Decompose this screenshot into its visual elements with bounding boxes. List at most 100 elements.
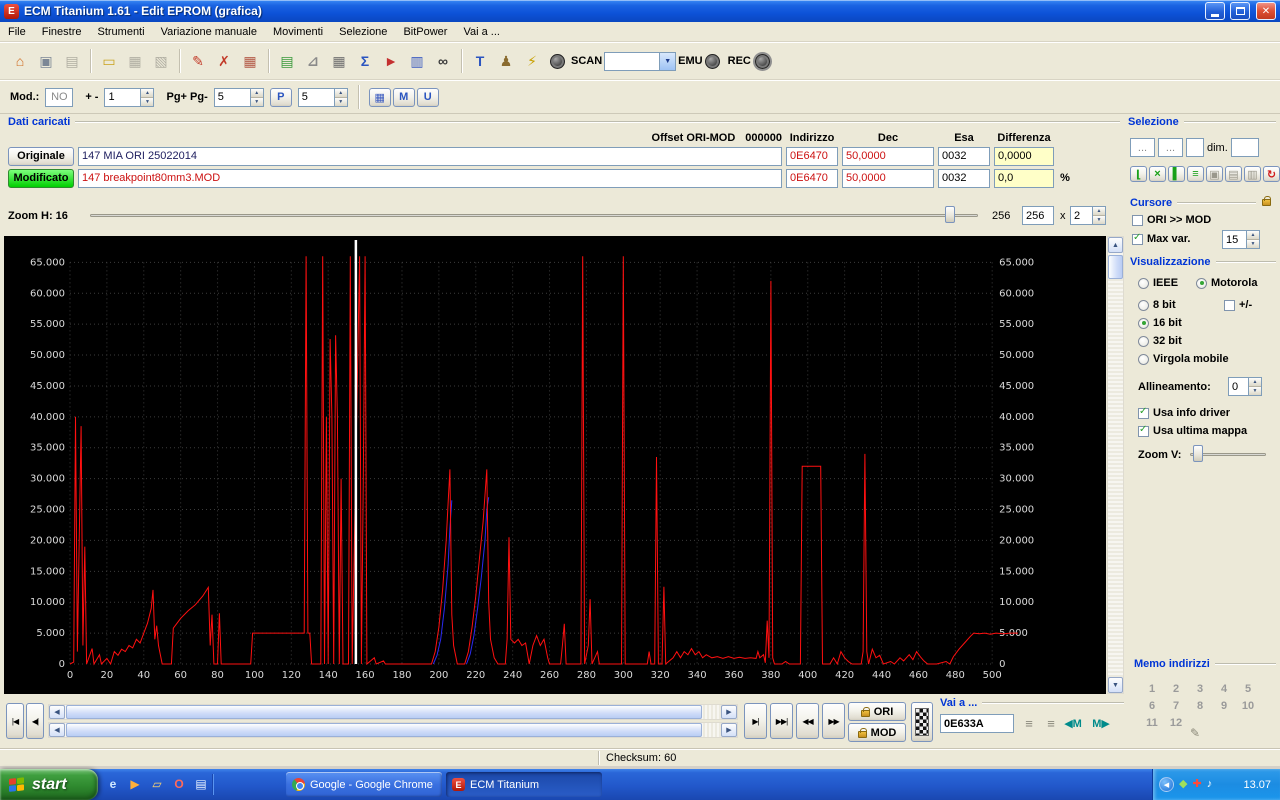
runner-icon[interactable]: ⚡: [520, 49, 544, 73]
menu-item[interactable]: Selezione: [331, 22, 395, 42]
selection-mid-field[interactable]: [1186, 138, 1204, 157]
checksum-calc-icon[interactable]: ▦: [238, 49, 262, 73]
chevron-down-icon[interactable]: ▼: [659, 51, 677, 71]
task-google-chrome[interactable]: Google - Google Chrome: [286, 772, 442, 797]
plusminus-checkbox[interactable]: +/-: [1224, 299, 1252, 311]
usb-icon[interactable]: ◆: [1179, 779, 1187, 790]
copy-window-icon[interactable]: ▣: [34, 49, 58, 73]
memo-slot[interactable]: 1: [1140, 680, 1164, 697]
checksum-edit-icon[interactable]: ✎: [186, 49, 210, 73]
menu-item[interactable]: File: [0, 22, 34, 42]
originale-button[interactable]: Originale: [8, 146, 74, 166]
selection-to-field[interactable]: ...: [1158, 138, 1183, 157]
ori-dec-field[interactable]: 50,0000: [842, 146, 934, 166]
home-icon[interactable]: ⌂: [8, 49, 32, 73]
ori-to-mod-checkbox-box[interactable]: [1132, 214, 1143, 226]
usa-ultima-mappa-checkbox[interactable]: Usa ultima mappa: [1138, 424, 1247, 437]
memo-slot[interactable]: 6: [1140, 697, 1164, 714]
rec-knob-button[interactable]: [754, 53, 770, 69]
menu-item[interactable]: Finestre: [34, 22, 90, 42]
graph-hscrollbar-ori[interactable]: ◀ ▶: [48, 704, 738, 720]
originale-file-field[interactable]: 147 MIA ORI 25022014: [78, 146, 782, 166]
save-icon[interactable]: ▦: [123, 49, 147, 73]
radio-virgola-dot[interactable]: [1138, 353, 1149, 365]
folder-icon[interactable]: ▱: [148, 775, 166, 793]
open-file-icon[interactable]: ▭: [97, 49, 121, 73]
table-view-icon[interactable]: ▥: [405, 49, 429, 73]
u-button[interactable]: U: [416, 87, 439, 107]
title-bar[interactable]: E ECM Titanium 1.61 - Edit EPROM (grafic…: [0, 0, 1280, 22]
binoculars-icon[interactable]: ∞: [431, 49, 455, 73]
emu-knob-button[interactable]: [704, 53, 720, 69]
menu-item[interactable]: BitPower: [395, 22, 455, 42]
red-cursor-icon[interactable]: ►: [379, 49, 403, 73]
selection-from-field[interactable]: ...: [1130, 138, 1155, 157]
radio-16bit-dot[interactable]: [1138, 317, 1149, 329]
memo-slot[interactable]: 11: [1140, 714, 1164, 731]
nav-last-button[interactable]: ▶▶|: [770, 703, 793, 739]
hscroll-thumb[interactable]: [66, 723, 703, 737]
nav-next-button[interactable]: ▶|: [744, 703, 767, 739]
scroll-up-icon[interactable]: ▲: [1108, 237, 1123, 253]
task-ecm-titanium[interactable]: E ECM Titanium: [446, 772, 602, 797]
zoom-width-field[interactable]: 256: [1022, 206, 1054, 225]
zoom-v-slider-thumb[interactable]: [1193, 445, 1203, 462]
checksum-flag-button[interactable]: [911, 702, 933, 742]
max-var-checkbox[interactable]: Max var.: [1132, 232, 1190, 245]
p-button[interactable]: P: [269, 87, 292, 107]
ori-indirizzo-field[interactable]: 0E6470: [786, 146, 838, 166]
usa-info-driver-box[interactable]: [1138, 406, 1149, 419]
refresh-selection-icon[interactable]: ↻: [1263, 166, 1280, 182]
ori-to-mod-checkbox[interactable]: ORI >> MOD: [1132, 214, 1211, 226]
scroll-left-icon[interactable]: ◀: [49, 723, 65, 737]
goto-address-field[interactable]: 0E633A: [940, 714, 1014, 733]
m-button[interactable]: M: [392, 87, 415, 107]
usa-ultima-mappa-box[interactable]: [1138, 424, 1149, 437]
zoom-factor-stepper[interactable]: 2 ▲ ▼: [1070, 206, 1106, 225]
scroll-right-icon[interactable]: ▶: [721, 705, 737, 719]
menu-item[interactable]: Strumenti: [89, 22, 152, 42]
radio-motorola-dot[interactable]: [1196, 277, 1207, 289]
memo-slot[interactable]: 7: [1164, 697, 1188, 714]
scan-knob-icon[interactable]: [550, 53, 565, 69]
driver-list-icon[interactable]: ▤: [275, 49, 299, 73]
memo-store-icon[interactable]: ≡: [1020, 714, 1038, 732]
graph-hscrollbar-mod[interactable]: ◀ ▶: [48, 722, 738, 738]
radio-16bit[interactable]: 16 bit: [1138, 317, 1182, 329]
mod-esa-field[interactable]: 0032: [938, 168, 990, 188]
menu-item[interactable]: Movimenti: [265, 22, 331, 42]
ie-icon[interactable]: e: [104, 775, 122, 793]
graph-vscrollbar[interactable]: ▲ ▼: [1107, 236, 1124, 694]
radio-motorola[interactable]: Motorola: [1196, 277, 1257, 289]
notepad-icon[interactable]: ▤: [192, 775, 210, 793]
memo-slot[interactable]: 4: [1212, 680, 1236, 697]
ori-esa-field[interactable]: 0032: [938, 146, 990, 166]
allineamento-stepper[interactable]: 0 ▲ ▼: [1228, 377, 1262, 396]
radio-32bit[interactable]: 32 bit: [1138, 335, 1182, 347]
memo-slot[interactable]: 2: [1164, 680, 1188, 697]
memo-slot[interactable]: 8: [1188, 697, 1212, 714]
radio-8bit-dot[interactable]: [1138, 299, 1149, 311]
opera-icon[interactable]: O: [170, 775, 188, 793]
minimize-button[interactable]: [1205, 2, 1225, 20]
memo-recall-icon[interactable]: ≡: [1042, 714, 1060, 732]
zoom-h-slider[interactable]: [90, 206, 978, 224]
radio-virgola-mobile[interactable]: Virgola mobile: [1138, 353, 1229, 365]
mod-dec-field[interactable]: 50,0000: [842, 168, 934, 188]
step-stepper[interactable]: 1 ▲ ▼: [104, 87, 155, 107]
copy-selection-icon[interactable]: ▣: [1206, 166, 1223, 182]
select-column-icon[interactable]: ▌: [1168, 166, 1185, 182]
ori-button[interactable]: ORI: [848, 702, 906, 721]
eprom-chart[interactable]: 0 0 5.000 5.000 10.000 10.000 15.000 15.000 20.0…: [4, 236, 1106, 694]
memo-slot[interactable]: 5: [1236, 680, 1260, 697]
mod-button[interactable]: MOD: [848, 723, 906, 742]
volume-icon[interactable]: ♪: [1207, 779, 1213, 790]
goto-prev-memo-icon[interactable]: ◀M: [1062, 714, 1084, 732]
zoom-v-slider[interactable]: [1190, 445, 1266, 463]
menu-item[interactable]: Vai a ...: [455, 22, 507, 42]
p-stepper[interactable]: 5 ▲ ▼: [297, 87, 348, 107]
scroll-right-icon[interactable]: ▶: [721, 723, 737, 737]
paste-icon[interactable]: ▤: [60, 49, 84, 73]
select-corner-icon[interactable]: ⌊: [1130, 166, 1147, 182]
ruler-icon[interactable]: ⊿: [301, 49, 325, 73]
